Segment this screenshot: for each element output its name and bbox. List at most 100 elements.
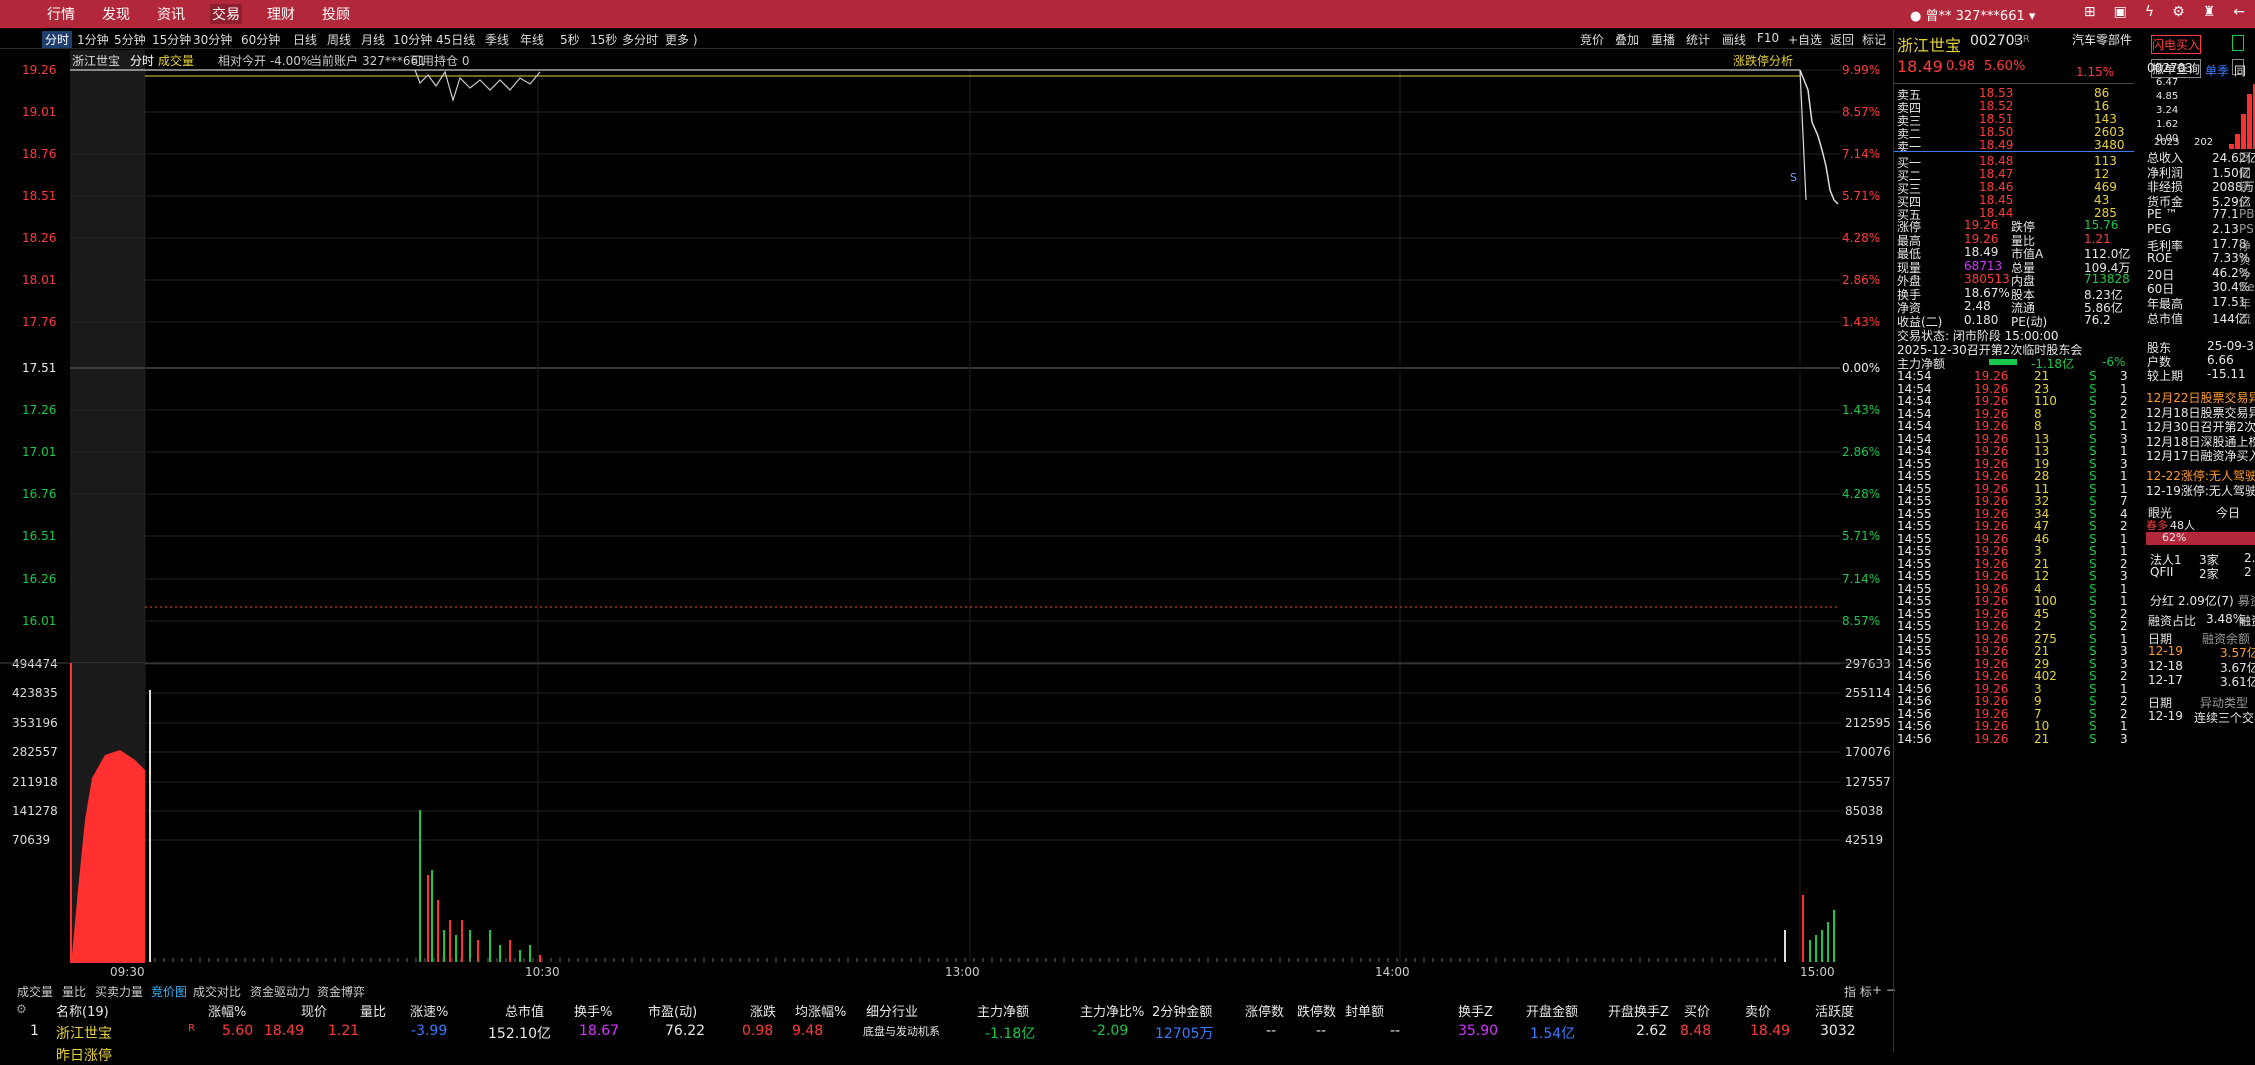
- timeframe-11[interactable]: 季线: [485, 31, 509, 48]
- timeframe-3[interactable]: 15分钟: [152, 31, 191, 48]
- shirt-icon[interactable]: ♜: [2203, 4, 2216, 20]
- intraday-chart[interactable]: 浙江世宝 分时 成交量 相对今开 -4.00%当前账户 327***661可用持仓 0涨…: [0, 50, 1892, 980]
- alert-item[interactable]: 12-19涨停:无人驾驶: [2146, 482, 2255, 499]
- pro-icon[interactable]: ▣: [2114, 4, 2127, 20]
- row-cell-9[interactable]: 76.22: [665, 1023, 705, 1039]
- tool-0[interactable]: 竞价: [1580, 31, 1604, 48]
- row-cell-19[interactable]: 35.90: [1458, 1023, 1498, 1039]
- col-header-19[interactable]: 开盘换手Z: [1608, 1001, 1669, 1020]
- col-header-20[interactable]: 买价: [1684, 1001, 1710, 1020]
- row-cell-13[interactable]: -1.18亿: [985, 1023, 1035, 1043]
- row-cell-4[interactable]: 18.49: [264, 1023, 304, 1039]
- col-header-12[interactable]: 主力净比%: [1080, 1001, 1144, 1020]
- row-cell-12[interactable]: 底盘与发动机系: [863, 1023, 940, 1039]
- row-cell-2[interactable]: R: [188, 1023, 195, 1034]
- lightning-icon[interactable]: ϟ: [2145, 4, 2154, 20]
- tool-mark[interactable]: 标记: [1862, 31, 1886, 48]
- tool-3[interactable]: 统计: [1686, 31, 1710, 48]
- row-cell-11[interactable]: 9.48: [792, 1023, 823, 1039]
- indicator-tab-3[interactable]: 竞价图: [151, 983, 187, 1000]
- tool-1[interactable]: 叠加: [1615, 31, 1639, 48]
- row-cell-1[interactable]: 浙江世宝: [56, 1023, 112, 1043]
- col-header-15[interactable]: 跌停数: [1297, 1001, 1336, 1020]
- row-next[interactable]: 昨日涨停: [56, 1045, 112, 1065]
- row-cell-17[interactable]: --: [1316, 1023, 1326, 1039]
- col-header-18[interactable]: 开盘金额: [1526, 1001, 1578, 1020]
- timeframe-13[interactable]: 5秒: [560, 31, 580, 48]
- row-cell-18[interactable]: --: [1390, 1023, 1400, 1039]
- col-header-16[interactable]: 封单额: [1345, 1001, 1384, 1020]
- timeframe-0[interactable]: 分时: [42, 31, 73, 48]
- row-cell-23[interactable]: 18.49: [1750, 1023, 1790, 1039]
- col-header-13[interactable]: 2分钟金额: [1152, 1001, 1212, 1020]
- row-cell-15[interactable]: 12705万: [1155, 1023, 1214, 1043]
- tool-4[interactable]: 画线: [1722, 31, 1746, 48]
- col-header-11[interactable]: 主力净额: [977, 1001, 1029, 1020]
- timeframe-15[interactable]: 多分时: [622, 31, 658, 48]
- col-header-7[interactable]: 市盈(动): [648, 1001, 697, 1020]
- indicator-tab-5[interactable]: 资金驱动力: [250, 983, 310, 1000]
- menu-5[interactable]: 投顾: [320, 4, 352, 24]
- account-info[interactable]: ● 曾** 327***661 ▾: [1910, 5, 2035, 24]
- timeframe-16[interactable]: 更多 ): [665, 31, 698, 48]
- f10-tab-2[interactable]: 同: [2234, 62, 2246, 79]
- indicator-tab-2[interactable]: 买卖力量: [95, 983, 143, 1000]
- indicator-tab-4[interactable]: 成交对比: [193, 983, 241, 1000]
- col-header-17[interactable]: 换手Z: [1458, 1001, 1493, 1020]
- timeframe-7[interactable]: 周线: [327, 31, 351, 48]
- menu-2[interactable]: 资讯: [155, 4, 187, 24]
- indicator-tab-6[interactable]: 资金博弈: [317, 983, 365, 1000]
- row-cell-3[interactable]: 5.60: [222, 1023, 253, 1039]
- indicator-tab-0[interactable]: 成交量: [17, 983, 53, 1000]
- timeframe-12[interactable]: 年线: [520, 31, 544, 48]
- col-header-10[interactable]: 细分行业: [866, 1001, 918, 1020]
- row-cell-14[interactable]: -2.09: [1092, 1023, 1128, 1039]
- col-header-2[interactable]: 现价: [301, 1001, 327, 1020]
- timeframe-8[interactable]: 月线: [361, 31, 385, 48]
- row-cell-6[interactable]: -3.99: [411, 1023, 447, 1039]
- tool-6[interactable]: +自选: [1788, 31, 1822, 48]
- col-header-21[interactable]: 卖价: [1745, 1001, 1771, 1020]
- menu-4[interactable]: 理财: [265, 4, 297, 24]
- zoom-in-icon[interactable]: +: [1872, 983, 1882, 997]
- timeframe-6[interactable]: 日线: [293, 31, 317, 48]
- row-cell-5[interactable]: 1.21: [328, 1023, 359, 1039]
- menu-0[interactable]: 行情: [45, 4, 77, 24]
- timeframe-5[interactable]: 60分钟: [241, 31, 280, 48]
- back-icon[interactable]: ←: [2233, 4, 2245, 20]
- col-header-5[interactable]: 总市值: [505, 1001, 544, 1020]
- col-header-0[interactable]: 名称(19): [56, 1001, 109, 1020]
- grid-icon[interactable]: ⊞: [2084, 4, 2096, 20]
- row-cell-7[interactable]: 152.10亿: [488, 1023, 551, 1043]
- row-cell-20[interactable]: 1.54亿: [1530, 1023, 1575, 1043]
- row-cell-0[interactable]: 1: [30, 1023, 39, 1039]
- col-header-4[interactable]: 涨速%: [410, 1001, 448, 1020]
- tool-5[interactable]: F10: [1757, 31, 1779, 45]
- row-cell-21[interactable]: 2.62: [1636, 1023, 1667, 1039]
- row-cell-24[interactable]: 3032: [1820, 1023, 1856, 1039]
- row-cell-16[interactable]: --: [1266, 1023, 1276, 1039]
- timeframe-2[interactable]: 5分钟: [114, 31, 146, 48]
- col-header-3[interactable]: 量比: [360, 1001, 386, 1020]
- row-cell-22[interactable]: 8.48: [1680, 1023, 1711, 1039]
- news-item[interactable]: 12月17日融资净买入: [2146, 447, 2255, 464]
- table-settings-icon[interactable]: ⚙: [16, 1002, 27, 1016]
- menu-3[interactable]: 交易: [210, 4, 242, 24]
- col-header-1[interactable]: 涨幅%: [208, 1001, 246, 1020]
- col-header-8[interactable]: 涨跌: [750, 1001, 776, 1020]
- tool-7[interactable]: 返回: [1830, 31, 1854, 48]
- f10-tab-1[interactable]: 单季: [2205, 62, 2229, 79]
- menu-1[interactable]: 发现: [100, 4, 132, 24]
- tool-2[interactable]: 重播: [1651, 31, 1675, 48]
- timeframe-1[interactable]: 1分钟: [77, 31, 109, 48]
- timeframe-14[interactable]: 15秒: [590, 31, 617, 48]
- col-header-22[interactable]: 活跃度: [1815, 1001, 1854, 1020]
- gear-icon[interactable]: ⚙: [2172, 4, 2185, 20]
- col-header-9[interactable]: 均涨幅%: [795, 1001, 846, 1020]
- timeframe-10[interactable]: 45日线: [436, 31, 475, 48]
- timeframe-9[interactable]: 10分钟: [393, 31, 432, 48]
- flash-buy-button[interactable]: 闪电买入: [2151, 35, 2202, 54]
- row-cell-8[interactable]: 18.67: [579, 1023, 619, 1039]
- col-header-6[interactable]: 换手%: [574, 1001, 612, 1020]
- timeframe-4[interactable]: 30分钟: [193, 31, 232, 48]
